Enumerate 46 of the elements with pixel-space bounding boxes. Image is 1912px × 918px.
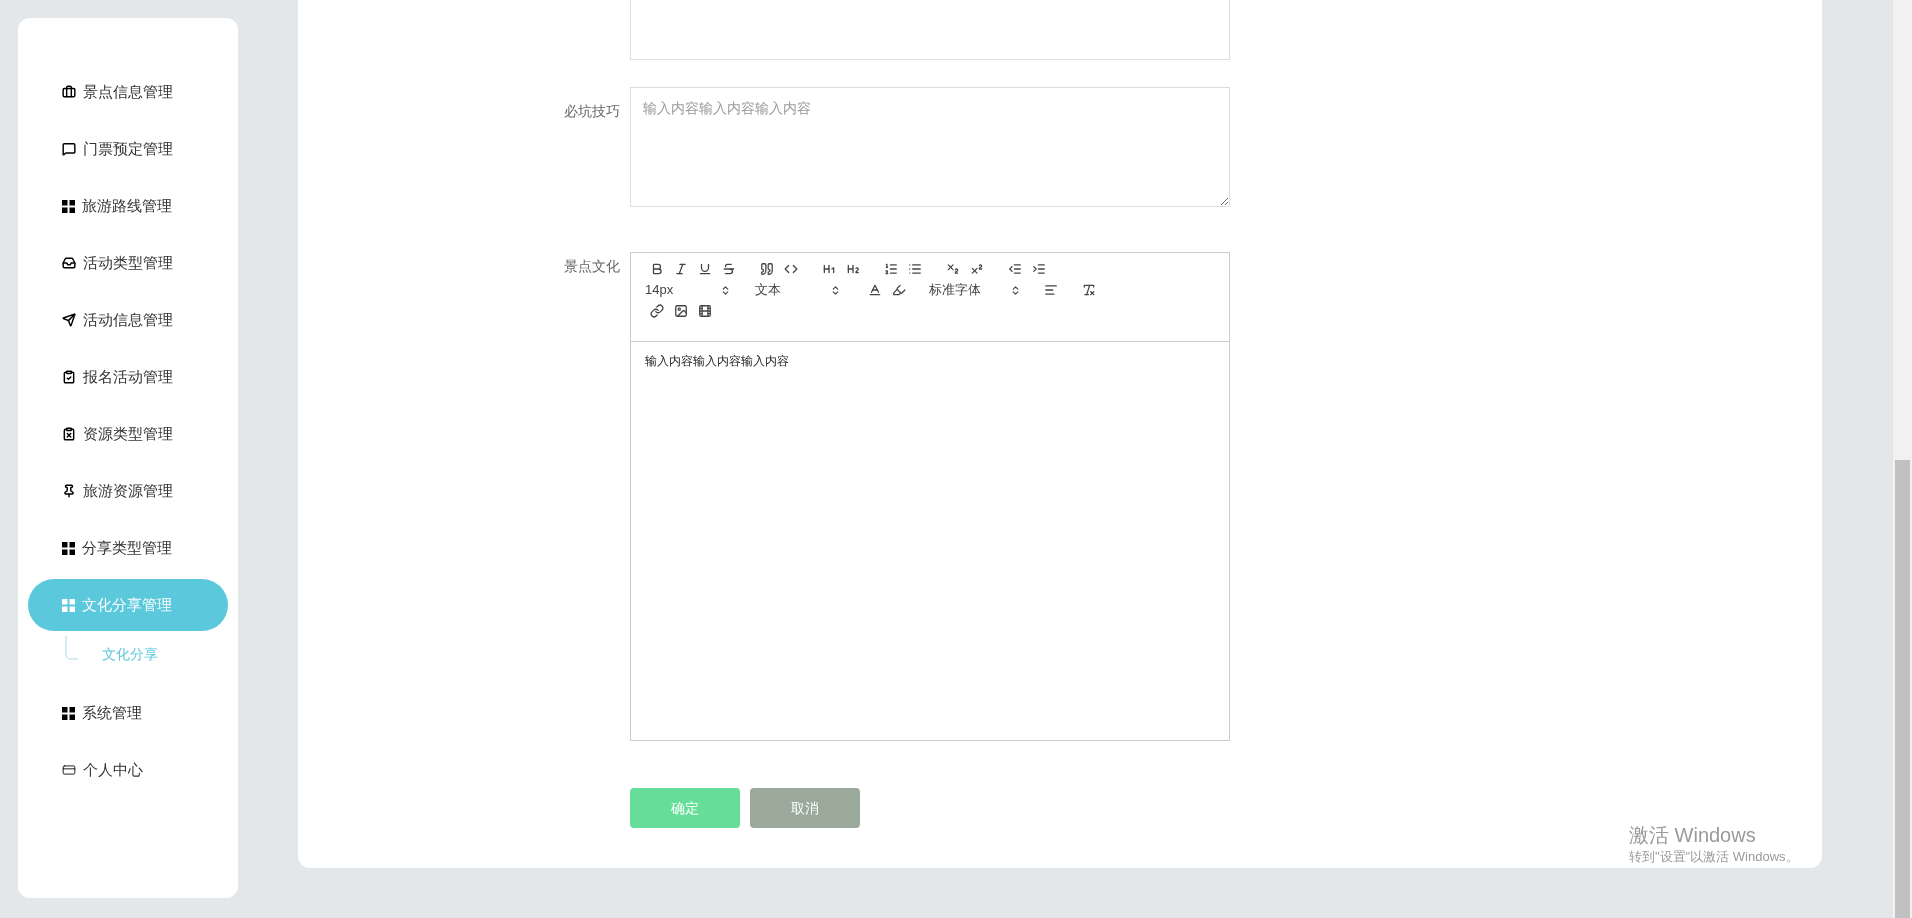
heading-two-icon[interactable] [846, 262, 860, 276]
strikethrough-icon[interactable] [722, 262, 736, 276]
link-icon[interactable] [650, 304, 664, 318]
bold-icon[interactable] [650, 262, 664, 276]
tray-icon [62, 256, 76, 270]
dropdown-caret-icon [720, 284, 731, 296]
superscript-icon[interactable] [970, 262, 984, 276]
grid-icon [62, 706, 75, 720]
clipboard-check-icon [62, 370, 76, 384]
text-area[interactable]: 输入内容输入内容输入内容 [630, 87, 1230, 207]
editor-content[interactable]: 输入内容输入内容输入内容 [631, 342, 1229, 370]
dropdown-caret-icon [1010, 284, 1021, 296]
dropdown-caret-icon [830, 284, 841, 296]
field-label: 景点文化 [564, 258, 620, 274]
activation-title: 激活 Windows [1629, 823, 1757, 848]
grid-icon [62, 541, 75, 555]
clear-format-icon[interactable] [1082, 283, 1096, 297]
ordered-list-icon[interactable] [884, 262, 898, 276]
field-label: 必坑技巧 [564, 103, 620, 119]
grid-icon [62, 199, 75, 213]
scrollbar[interactable] [1893, 0, 1912, 918]
briefcase-icon [62, 85, 76, 99]
activation-message: 转到"设置"以激活 Windows。 [1629, 848, 1799, 866]
font-family-select[interactable]: 标准字体 [929, 280, 1025, 300]
code-icon[interactable] [784, 262, 798, 276]
bullet-list-icon[interactable] [908, 262, 922, 276]
pin-icon [62, 484, 76, 498]
chat-icon [62, 142, 76, 156]
highlight-icon[interactable] [892, 283, 906, 297]
send-icon [62, 313, 76, 327]
image-icon[interactable] [674, 304, 688, 318]
italic-icon[interactable] [674, 262, 688, 276]
heading-one-icon[interactable] [822, 262, 836, 276]
subscript-icon[interactable] [946, 262, 960, 276]
text-color-icon[interactable] [868, 283, 882, 297]
card-icon [62, 763, 76, 777]
heading-select[interactable]: 文本 [755, 280, 845, 300]
align-left-icon[interactable] [1044, 283, 1058, 297]
underline-icon[interactable] [698, 262, 712, 276]
quote-icon[interactable] [760, 262, 774, 276]
clipboard-x-icon [62, 427, 76, 441]
video-icon[interactable] [698, 304, 712, 318]
grid-icon [62, 598, 75, 612]
indent-icon[interactable] [1032, 262, 1046, 276]
font-size-select[interactable]: 14px [645, 280, 735, 300]
outdent-icon[interactable] [1008, 262, 1022, 276]
